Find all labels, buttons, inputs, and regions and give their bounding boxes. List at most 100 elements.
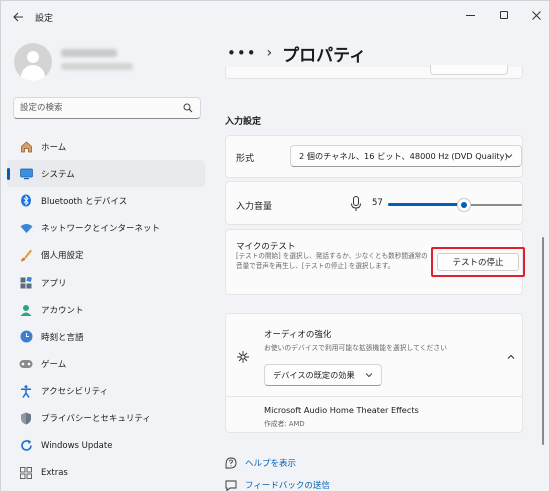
sidebar-item-extras[interactable]: Extras — [7, 459, 205, 486]
sidebar-item-personalization[interactable]: 個人用設定 — [7, 242, 205, 269]
game-icon — [19, 357, 33, 371]
sidebar-item-label: ネットワークとインターネット — [41, 224, 161, 235]
sidebar-item-label: プライバシーとセキュリティ — [41, 414, 151, 425]
minimize-button[interactable] — [453, 3, 487, 27]
highlight-frame: テストの停止 — [431, 247, 525, 277]
help-link-label[interactable]: ヘルプを表示 — [245, 457, 296, 469]
previous-card-button-edge[interactable] — [430, 65, 508, 75]
audio-enhancements-description: お使いのデバイスで利用可能な拡張機能を選択してください — [264, 344, 447, 352]
sidebar-item-label: 個人用設定 — [41, 251, 84, 262]
format-select[interactable]: 2 個のチャネル、16 ビット、48000 Hz (DVD Quality) — [290, 145, 522, 167]
chevron-up-icon — [507, 354, 515, 359]
sidebar-item-time-language[interactable]: 時刻と言語 — [7, 323, 205, 350]
sparkle-icon — [237, 351, 249, 363]
sidebar-item-system[interactable]: システム — [7, 160, 205, 188]
maximize-button[interactable] — [487, 3, 521, 27]
page-title: プロパティ — [282, 45, 367, 66]
mic-test-card: マイクのテスト [テストの開始] を選択し、発話するか、少なくとも数秒間通常の音… — [225, 229, 525, 295]
sidebar-item-bluetooth[interactable]: Bluetooth とデバイス — [7, 187, 205, 214]
main-scrollbar[interactable] — [542, 237, 544, 445]
input-volume-label: 入力音量 — [236, 202, 273, 212]
sidebar-item-apps[interactable]: アプリ — [7, 269, 205, 296]
search-input[interactable] — [20, 101, 180, 115]
input-volume-value: 57 — [372, 198, 383, 208]
input-volume-card: 入力音量 57 — [225, 181, 523, 225]
user-email-redacted — [61, 63, 133, 70]
close-button[interactable] — [519, 3, 549, 27]
back-button[interactable] — [9, 9, 27, 25]
sidebar-nav: ホーム システム Bluetooth とデバイス ネットワークとインターネット … — [7, 133, 205, 486]
system-icon — [19, 167, 33, 181]
network-icon — [19, 221, 33, 235]
divider — [226, 396, 522, 397]
title-bar: 設定 — [1, 1, 549, 33]
sidebar-item-privacy[interactable]: プライバシーとセキュリティ — [7, 405, 205, 432]
effect-author: 作成者: AMD — [264, 420, 305, 428]
collapse-button[interactable] — [504, 350, 518, 364]
breadcrumb-separator: › — [266, 45, 273, 61]
sidebar-item-network[interactable]: ネットワークとインターネット — [7, 215, 205, 242]
sidebar-item-label: アカウント — [41, 305, 84, 316]
breadcrumb: ••• › プロパティ — [227, 41, 367, 66]
sidebar-item-label: アクセシビリティ — [41, 387, 109, 398]
sidebar-item-accessibility[interactable]: アクセシビリティ — [7, 378, 205, 405]
chevron-down-icon — [365, 373, 373, 378]
slider-fill — [388, 203, 465, 206]
feedback-link-label[interactable]: フィードバックの送信 — [245, 479, 330, 491]
sidebar-item-label: ホーム — [41, 142, 67, 153]
feedback-icon — [225, 480, 237, 491]
sidebar-item-gaming[interactable]: ゲーム — [7, 351, 205, 378]
format-card: 形式 2 個のチャネル、16 ビット、48000 Hz (DVD Quality… — [225, 135, 523, 178]
arrow-left-icon — [12, 12, 23, 22]
time-language-icon — [19, 330, 33, 344]
maximize-icon — [500, 11, 508, 19]
extras-icon — [19, 466, 33, 480]
sidebar-item-label: Windows Update — [41, 440, 113, 451]
sidebar-item-label: 時刻と言語 — [41, 332, 84, 343]
app-title: 設定 — [35, 14, 54, 24]
avatar-shoulders — [21, 65, 45, 81]
help-icon — [225, 457, 237, 469]
sidebar-item-windows-update[interactable]: Windows Update — [7, 432, 205, 459]
feedback-link[interactable]: フィードバックの送信 — [225, 478, 330, 491]
effect-name: Microsoft Audio Home Theater Effects — [264, 405, 419, 415]
avatar-head — [27, 51, 39, 63]
section-title-input-settings: 入力設定 — [225, 117, 262, 127]
home-icon — [19, 140, 33, 154]
settings-window: 設定 ホーム システム — [0, 0, 550, 492]
apps-icon — [19, 276, 33, 290]
account-icon — [19, 303, 33, 317]
avatar[interactable] — [14, 43, 52, 81]
sidebar-item-accounts[interactable]: アカウント — [7, 296, 205, 323]
close-icon — [531, 10, 541, 20]
accessibility-icon — [19, 384, 33, 398]
microphone-icon[interactable] — [350, 196, 362, 212]
audio-enhancements-title: オーディオの強化 — [264, 330, 332, 340]
breadcrumb-overflow[interactable]: ••• — [227, 44, 257, 62]
format-select-value: 2 個のチャネル、16 ビット、48000 Hz (DVD Quality) — [299, 151, 508, 161]
chevron-down-icon — [505, 154, 513, 159]
sidebar-item-label: システム — [41, 169, 75, 180]
sidebar-item-label: Extras — [41, 467, 68, 478]
stop-test-button[interactable]: テストの停止 — [437, 253, 519, 271]
user-name-redacted — [61, 49, 117, 57]
search-box[interactable] — [13, 97, 201, 119]
sidebar-item-label: Bluetooth とデバイス — [41, 196, 128, 207]
search-icon[interactable] — [183, 103, 193, 113]
minimize-icon — [465, 14, 475, 16]
sidebar-item-home[interactable]: ホーム — [7, 133, 205, 160]
mic-test-title: マイクのテスト — [236, 242, 296, 252]
previous-card-edge — [225, 65, 523, 79]
input-volume-slider[interactable] — [388, 197, 522, 213]
bluetooth-icon — [19, 194, 33, 208]
enhancement-select[interactable]: デバイスの既定の効果 — [264, 364, 382, 386]
help-link[interactable]: ヘルプを表示 — [225, 456, 296, 470]
sidebar-item-label: ゲーム — [41, 360, 67, 371]
slider-thumb[interactable] — [457, 198, 472, 212]
windows-update-icon — [19, 439, 33, 453]
sidebar-item-label: アプリ — [41, 278, 67, 289]
enhancement-select-value: デバイスの既定の効果 — [273, 370, 355, 380]
format-label: 形式 — [236, 154, 255, 164]
audio-enhancements-card: オーディオの強化 お使いのデバイスで利用可能な拡張機能を選択してください デバイ… — [225, 313, 523, 433]
shield-icon — [19, 411, 33, 425]
